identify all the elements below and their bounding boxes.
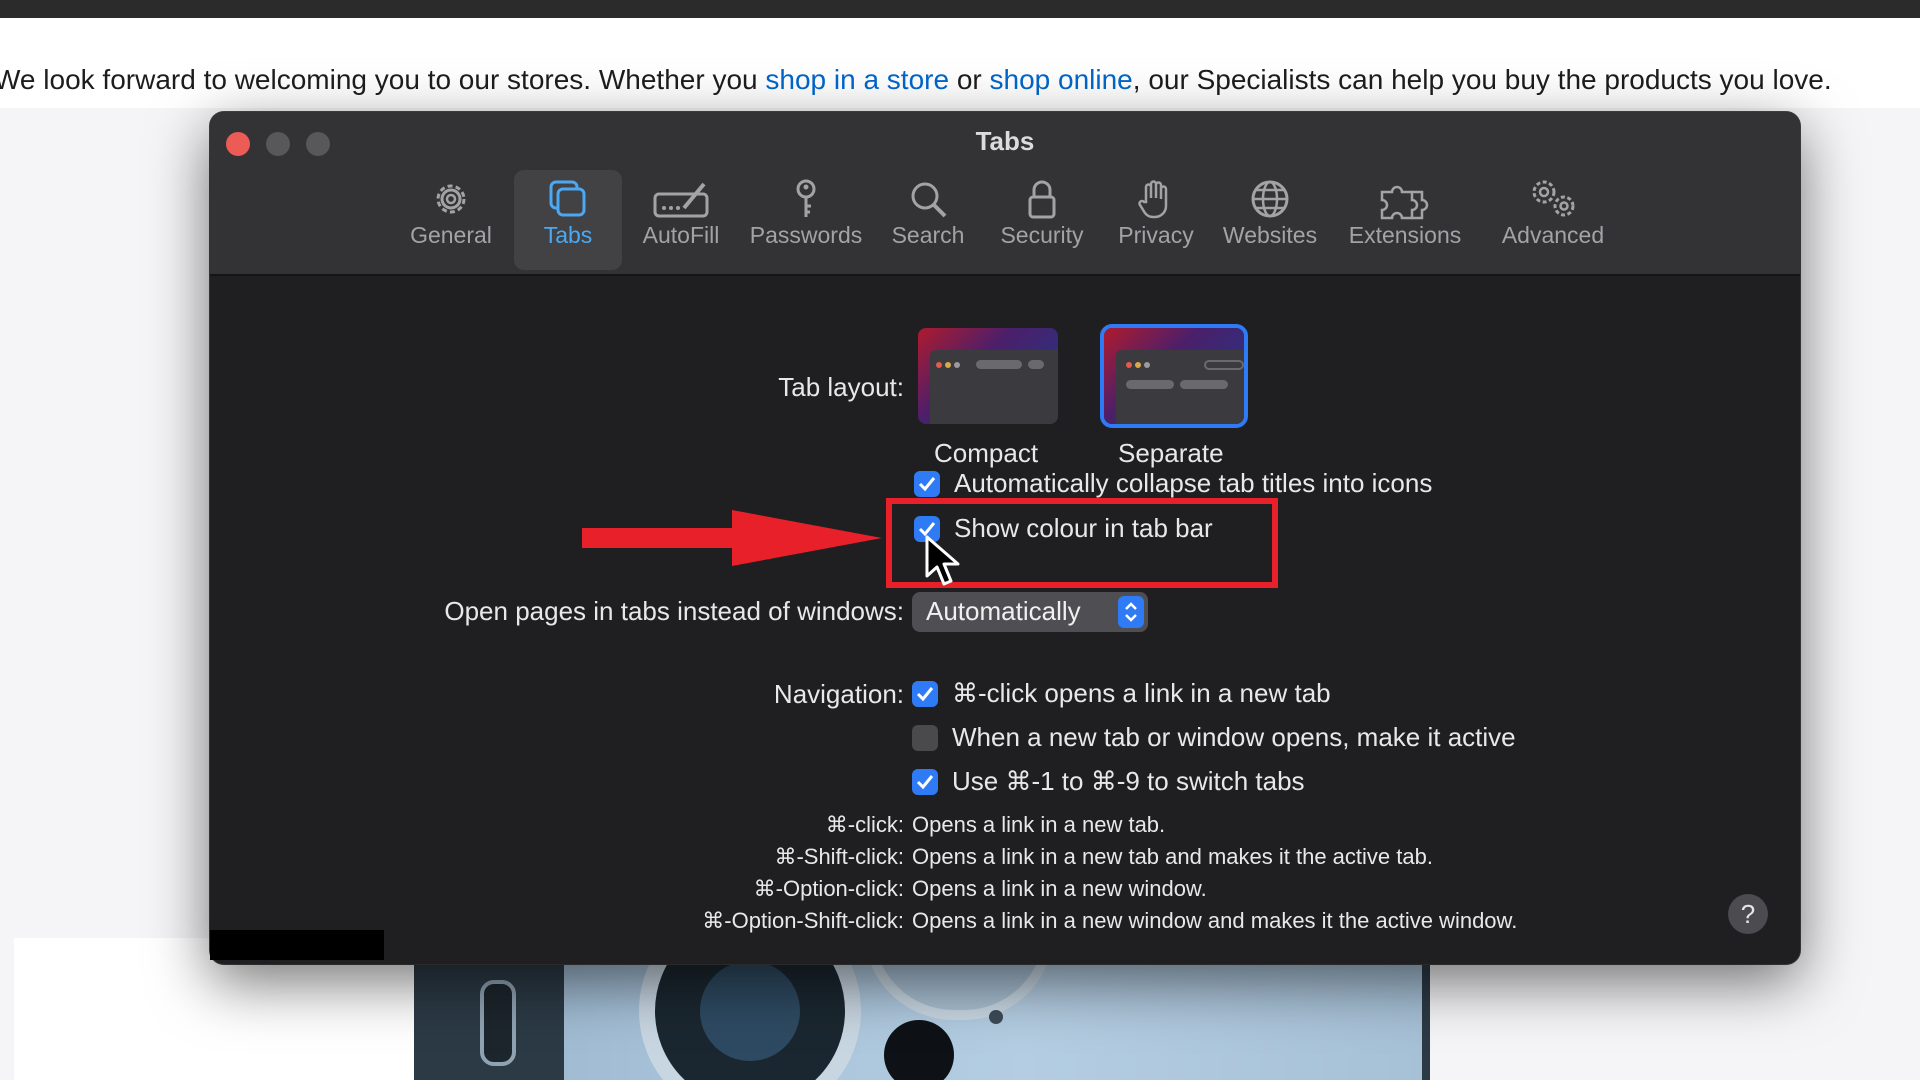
gears-icon <box>1532 180 1575 217</box>
shortcut-description: Opens a link in a new tab and makes it t… <box>912 844 1433 869</box>
tab-autofill[interactable]: AutoFill <box>634 170 728 270</box>
microphone-dot <box>989 1010 1003 1024</box>
mouse-cursor-icon <box>925 535 960 586</box>
tab-security[interactable]: Security <box>992 170 1092 270</box>
gear-icon <box>436 184 466 214</box>
top-bar <box>0 0 1920 18</box>
make-active-checkbox[interactable] <box>912 725 938 751</box>
checkmark-icon <box>918 477 936 492</box>
checkmark-icon <box>916 687 934 702</box>
separate-label: Separate <box>1118 438 1224 468</box>
web-banner: We look forward to welcoming you to our … <box>0 18 1920 108</box>
navigation-label: Navigation: <box>773 679 904 709</box>
shortcut-key: ⌘-Option-click: <box>753 876 904 901</box>
puzzle-icon <box>1380 185 1429 220</box>
preferences-toolbar: General Tabs AutoFill Passwords Search S… <box>210 170 1800 270</box>
tab-search[interactable]: Search <box>886 170 970 270</box>
tabs-settings-pane: Tab layout: Compact Separate Automatical… <box>210 276 1800 964</box>
camera-sensor <box>884 1020 954 1080</box>
tab-websites[interactable]: Websites <box>1220 170 1320 270</box>
cmd-click-checkbox[interactable] <box>912 681 938 707</box>
tabs-icon <box>549 180 586 217</box>
collapse-titles-checkbox[interactable] <box>914 471 940 497</box>
shortcut-key: ⌘-click: <box>825 812 904 837</box>
globe-icon <box>1251 180 1289 218</box>
pencil-icon <box>653 182 709 218</box>
phone-image <box>414 960 1430 1080</box>
separate-layout-thumbnail[interactable] <box>1104 328 1244 424</box>
popup-arrows-icon <box>1118 596 1144 628</box>
tab-privacy[interactable]: Privacy <box>1114 170 1198 270</box>
tab-extensions[interactable]: Extensions <box>1340 170 1470 270</box>
key-icon <box>796 179 816 217</box>
nav-option-label: When a new tab or window opens, make it … <box>952 722 1516 752</box>
tab-advanced[interactable]: Advanced <box>1488 170 1618 270</box>
open-pages-label: Open pages in tabs instead of windows: <box>444 596 904 626</box>
camera-lens <box>864 960 1054 1020</box>
title-bar: Tabs General Tabs AutoFill Passwords Sea… <box>210 112 1800 276</box>
tab-layout-label: Tab layout: <box>778 372 904 402</box>
compact-label: Compact <box>934 438 1039 468</box>
compact-layout-thumbnail[interactable] <box>918 328 1058 424</box>
tab-tabs[interactable]: Tabs <box>514 170 622 270</box>
shop-online-link[interactable]: shop online <box>990 64 1133 95</box>
switch-tabs-checkbox[interactable] <box>912 769 938 795</box>
tab-passwords[interactable]: Passwords <box>746 170 866 270</box>
lock-icon <box>1028 180 1056 219</box>
hand-icon <box>1138 180 1168 219</box>
nav-option-label: Use ⌘-1 to ⌘-9 to switch tabs <box>952 766 1305 796</box>
shortcut-description: Opens a link in a new tab. <box>912 812 1166 837</box>
shortcut-description: Opens a link in a new window and makes i… <box>912 908 1518 933</box>
shortcut-key: ⌘-Shift-click: <box>774 844 904 869</box>
open-pages-popup[interactable]: Automatically <box>912 592 1148 632</box>
help-button[interactable]: ? <box>1728 894 1768 934</box>
window-title: Tabs <box>975 126 1035 156</box>
search-icon <box>911 182 947 218</box>
nav-option-label: ⌘-click opens a link in a new tab <box>952 678 1331 708</box>
black-tab <box>210 930 384 960</box>
banner-text: We look forward to welcoming you to our … <box>0 64 1832 95</box>
camera-lens <box>639 960 861 1080</box>
shortcut-key: ⌘-Option-Shift-click: <box>702 908 904 933</box>
shop-in-store-link[interactable]: shop in a store <box>765 64 949 95</box>
collapse-titles-label: Automatically collapse tab titles into i… <box>954 468 1433 498</box>
red-arrow-icon <box>582 510 882 566</box>
checkmark-icon <box>916 775 934 790</box>
tab-general[interactable]: General <box>406 170 496 270</box>
shortcut-description: Opens a link in a new window. <box>912 876 1207 901</box>
